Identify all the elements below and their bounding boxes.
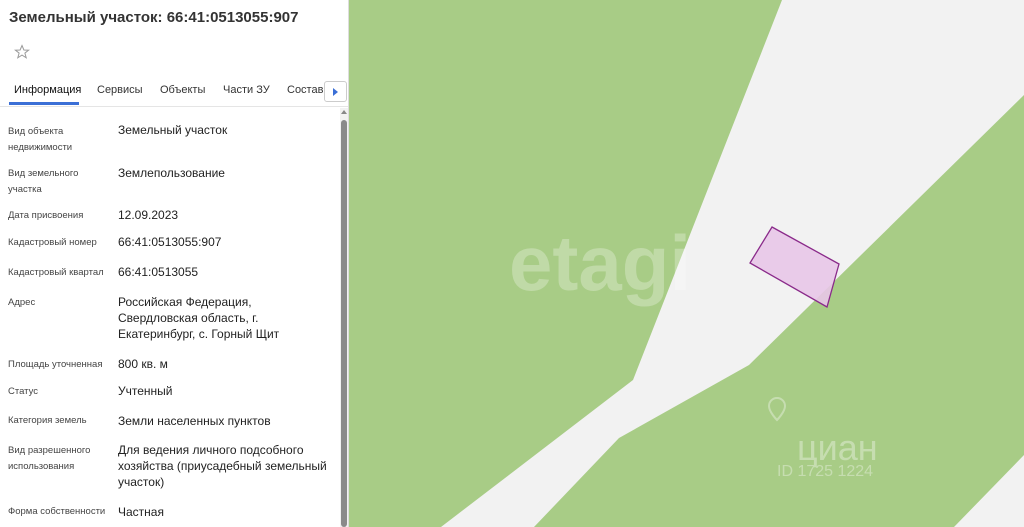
info-panel: Земельный участок: 66:41:0513055:907 Инф…: [0, 0, 348, 527]
tab-services[interactable]: Сервисы: [97, 84, 143, 96]
cian-watermark-id: ID 1725 1224: [777, 463, 873, 480]
star-outline-icon-svg: [14, 44, 30, 59]
label-land-category: Категория земель: [8, 415, 87, 426]
label-area: Площадь уточненная: [8, 359, 103, 370]
label-cadastral-number: Кадастровый номер: [8, 237, 97, 248]
value-cadastral-quarter: 66:41:0513055: [118, 265, 199, 279]
cian-watermark-text: циан: [797, 427, 878, 468]
value-status: Учтенный: [118, 384, 173, 398]
label-ownership: Форма собственности: [8, 506, 106, 517]
label-assign-date: Дата присвоения: [8, 210, 84, 221]
label-object-type: Вид объекта недвижимости: [8, 126, 73, 153]
scroll-up-arrow-icon[interactable]: [341, 110, 347, 114]
tab-scroll-right-button[interactable]: [324, 81, 347, 102]
chevron-right-icon: [333, 88, 338, 96]
tab-objects[interactable]: Объекты: [160, 84, 205, 96]
tab-bar: Информация Сервисы Объекты Части ЗУ Сост…: [0, 76, 348, 107]
value-area: 800 кв. м: [118, 357, 168, 371]
label-status: Статус: [8, 386, 39, 397]
value-land-type: Землепользование: [118, 166, 225, 180]
map-canvas[interactable]: etagi циан ID 1725 1224: [349, 0, 1024, 527]
tab-information[interactable]: Информация: [14, 84, 81, 96]
value-land-category: Земли населенных пунктов: [118, 414, 271, 428]
active-tab-indicator: [9, 102, 79, 105]
map-view[interactable]: etagi циан ID 1725 1224: [349, 0, 1024, 527]
value-permitted-use: Для ведения личного подсобного хозяйства…: [118, 443, 327, 489]
property-list: Вид объекта недвижимости Земельный участ…: [0, 108, 338, 527]
scrollbar-thumb[interactable]: [341, 120, 347, 527]
tab-parts[interactable]: Части ЗУ: [223, 84, 270, 96]
page-title: Земельный участок: 66:41:0513055:907: [9, 9, 299, 26]
label-cadastral-quarter: Кадастровый квартал: [8, 267, 104, 278]
label-permitted-use: Вид разрешенного использования: [8, 445, 91, 472]
star-outline-icon[interactable]: [14, 44, 30, 60]
value-assign-date: 12.09.2023: [118, 208, 179, 222]
value-object-type: Земельный участок: [118, 123, 228, 137]
label-address: Адрес: [8, 297, 36, 308]
etagi-watermark: etagi: [509, 219, 691, 307]
value-address: Российская Федерация, Свердловская облас…: [118, 295, 280, 341]
value-ownership: Частная: [118, 505, 164, 519]
label-land-type: Вид земельного участка: [8, 168, 79, 195]
tab-composition[interactable]: Состав: [287, 84, 323, 96]
value-cadastral-number: 66:41:0513055:907: [118, 235, 222, 249]
